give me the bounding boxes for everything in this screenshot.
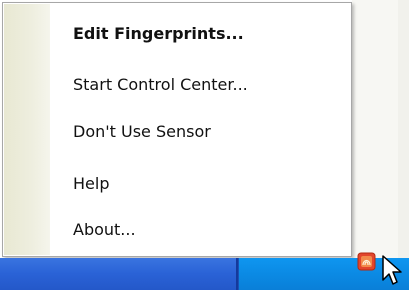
menu-item-edit-fingerprints[interactable]: Edit Fingerprints...: [73, 19, 244, 49]
menu-item-dont-use-sensor[interactable]: Don't Use Sensor: [73, 117, 211, 147]
menu-icon-gutter: [4, 4, 50, 255]
taskbar-window-button[interactable]: [0, 258, 236, 290]
desktop: Edit Fingerprints... Start Control Cente…: [0, 0, 409, 290]
context-menu: Edit Fingerprints... Start Control Cente…: [2, 2, 352, 257]
fingerprint-sensor-icon[interactable]: [352, 248, 380, 274]
mouse-pointer-icon: [382, 255, 402, 285]
taskbar: [0, 258, 409, 290]
menu-item-start-control-center[interactable]: Start Control Center...: [73, 70, 248, 100]
menu-item-about[interactable]: About...: [73, 215, 136, 245]
menu-item-help[interactable]: Help: [73, 169, 109, 199]
background-window-edge: [398, 0, 409, 258]
